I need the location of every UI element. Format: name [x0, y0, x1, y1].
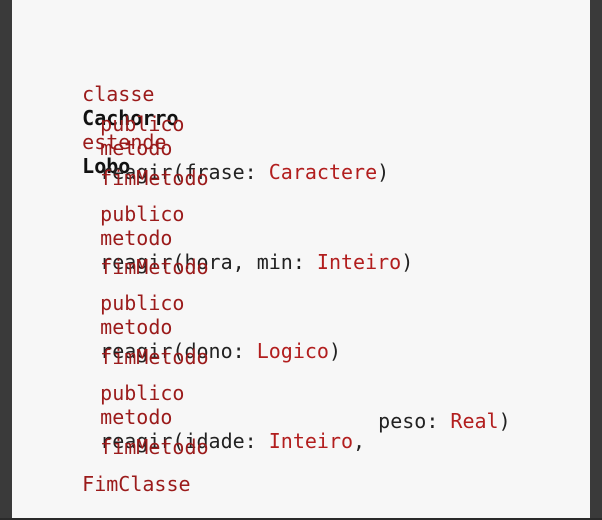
method-signature: peso:	[378, 409, 451, 433]
method-4-signature-continuation: peso: Real)	[330, 385, 511, 457]
class-end-line: FimClasse	[34, 448, 191, 520]
code-slide: classe Cachorro estende Lobo publico met…	[12, 0, 590, 518]
publico-keyword: publico	[100, 202, 185, 226]
signature-end: )	[401, 250, 414, 274]
param-type: Real	[450, 409, 499, 433]
publico-keyword: publico	[100, 112, 185, 136]
publico-keyword: publico	[100, 381, 185, 405]
publico-keyword: publico	[100, 291, 185, 315]
signature-end: )	[498, 409, 511, 433]
fimclasse-keyword: FimClasse	[82, 472, 191, 496]
